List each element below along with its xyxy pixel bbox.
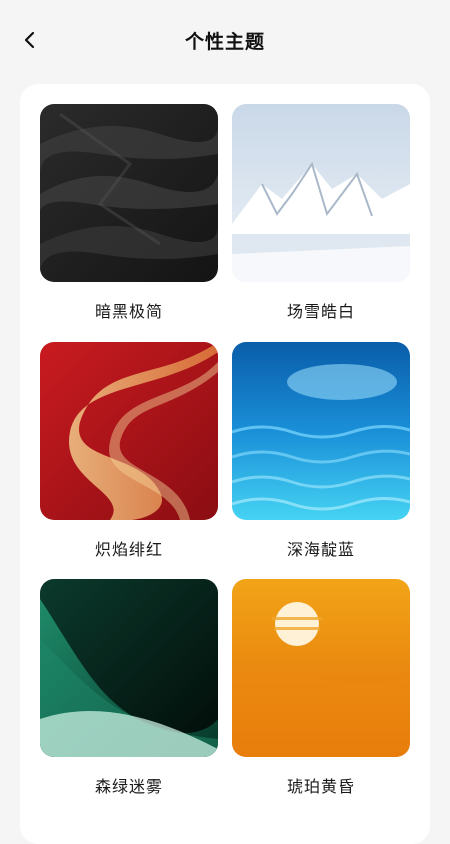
header-bar: 个性主题 (0, 0, 450, 80)
theme-item-dark-minimal[interactable]: 暗黑极简 (40, 104, 218, 322)
theme-item-forest-green[interactable]: 森绿迷雾 (40, 579, 218, 797)
page-title: 个性主题 (184, 31, 265, 53)
theme-grid-card: 暗黑极简 场雪皓白 炽焰绯红 深海靛蓝 森绿迷雾 琥珀黄昏 (20, 84, 430, 844)
theme-thumbnail-deep-sea-blue (232, 342, 410, 520)
theme-item-amber-dusk[interactable]: 琥珀黄昏 (232, 579, 410, 797)
theme-item-deep-sea-blue[interactable]: 深海靛蓝 (232, 342, 410, 560)
theme-item-snow-white[interactable]: 场雪皓白 (232, 104, 410, 322)
theme-thumbnail-snow-white (232, 104, 410, 282)
theme-label: 深海靛蓝 (286, 540, 355, 559)
theme-label: 场雪皓白 (286, 302, 355, 321)
theme-thumbnail-dark-minimal (40, 104, 218, 282)
theme-thumbnail-forest-green (40, 579, 218, 757)
theme-thumbnail-fiery-red (40, 342, 218, 520)
theme-label: 森绿迷雾 (94, 777, 163, 796)
theme-label: 暗黑极简 (94, 302, 163, 321)
theme-label: 琥珀黄昏 (286, 777, 355, 796)
theme-item-fiery-red[interactable]: 炽焰绯红 (40, 342, 218, 560)
theme-label: 炽焰绯红 (94, 540, 163, 559)
theme-thumbnail-amber-dusk (232, 579, 410, 757)
